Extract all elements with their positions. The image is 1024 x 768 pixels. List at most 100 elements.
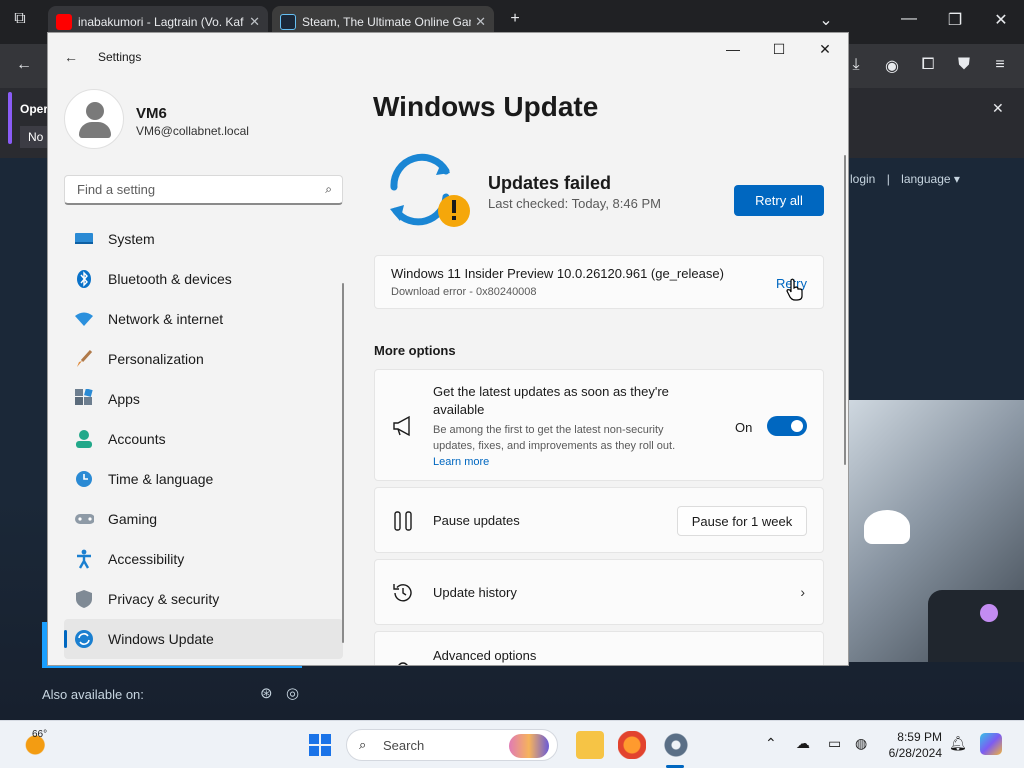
search-icon[interactable]: ⌕ — [325, 182, 332, 197]
latest-updates-card: Get the latest updates as soon as they'r… — [374, 369, 824, 481]
close-window-icon[interactable]: ✕ — [989, 10, 1013, 30]
nav-item-accessibility[interactable]: Accessibility — [64, 539, 343, 579]
back-arrow-icon[interactable]: ← — [64, 49, 78, 65]
pause-updates-card: Pause updates Pause for 1 week — [374, 487, 824, 553]
file-explorer-icon[interactable] — [576, 731, 604, 759]
nav-label: Personalization — [108, 351, 204, 367]
nav-item-apps[interactable]: Apps — [64, 379, 343, 419]
nav-scrollbar[interactable] — [342, 283, 344, 643]
settings-window: ← Settings — ☐ ✕ VM6 VM6@collabnet.local… — [48, 33, 848, 665]
main-scrollbar[interactable] — [844, 155, 846, 465]
account-icon[interactable]: ◉ — [880, 56, 904, 76]
update-name: Windows 11 Insider Preview 10.0.26120.96… — [391, 266, 724, 281]
language-link[interactable]: language ▾ — [901, 172, 960, 186]
nav-label: Apps — [108, 391, 140, 407]
close-icon[interactable]: ✕ — [810, 41, 840, 63]
nav-label: System — [108, 231, 155, 247]
history-icon — [393, 584, 412, 602]
close-tab-icon[interactable]: ✕ — [475, 14, 486, 30]
nav-item-personalization[interactable]: Personalization — [64, 339, 343, 379]
nav-label: Gaming — [108, 511, 158, 527]
toggle-label: On — [735, 420, 753, 435]
search-icon: ⌕ — [359, 737, 367, 752]
steam-icon — [280, 14, 296, 30]
nav-item-bluetooth[interactable]: Bluetooth & devices — [64, 259, 343, 299]
extensions-icon[interactable]: ⧠ — [916, 56, 940, 74]
app-title: Settings — [98, 50, 142, 64]
learn-more-link[interactable]: Learn more — [433, 456, 489, 468]
menu-icon[interactable]: ≡ — [988, 56, 1012, 74]
page-title: Windows Update — [373, 91, 599, 122]
ublock-icon[interactable]: ⛊ — [952, 56, 976, 74]
chrome-icon: ◎ — [286, 685, 300, 702]
avatar[interactable] — [64, 89, 124, 149]
update-history-card[interactable]: Update history › — [374, 559, 824, 625]
update-icon — [74, 629, 94, 649]
bluetooth-icon — [74, 269, 94, 289]
tab-actions-icon[interactable]: ⧉ — [8, 10, 32, 28]
mouse-cursor-icon — [786, 278, 803, 301]
firefox-icon[interactable] — [618, 731, 646, 759]
nav-item-system[interactable]: System — [64, 219, 343, 259]
system-icon — [74, 229, 94, 249]
also-available-label: Also available on: — [42, 687, 144, 702]
advanced-title: Advanced options — [433, 648, 537, 663]
nav-label: Accessibility — [108, 551, 185, 567]
link-separator: | — [886, 172, 890, 186]
gaming-icon — [74, 509, 94, 529]
accounts-icon — [74, 429, 94, 449]
minimize-icon[interactable]: — — [718, 41, 748, 63]
device-shape — [928, 590, 1024, 662]
nav-item-windows-update[interactable]: Windows Update — [64, 619, 343, 659]
close-infobar-icon[interactable]: ✕ — [992, 100, 1004, 117]
start-tile — [309, 734, 319, 744]
nav-item-time-language[interactable]: Time & language — [64, 459, 343, 499]
retry-all-button[interactable]: Retry all — [734, 185, 824, 216]
new-tab-button[interactable]: + — [503, 10, 527, 28]
nav-item-accounts[interactable]: Accounts — [64, 419, 343, 459]
time-language-icon — [74, 469, 94, 489]
brush-icon — [74, 349, 94, 369]
pause-for-week-button[interactable]: Pause for 1 week — [677, 506, 807, 536]
nav-label: Windows Update — [108, 631, 214, 647]
maximize-icon[interactable]: ☐ — [764, 41, 794, 63]
login-link[interactable]: login — [850, 172, 875, 186]
settings-search[interactable]: ⌕ — [64, 175, 343, 205]
turret-shape — [864, 510, 910, 544]
copilot-icon[interactable] — [980, 733, 1002, 755]
tab-search-icon[interactable]: ⌄ — [814, 10, 838, 30]
nav-item-privacy-security[interactable]: Privacy & security — [64, 579, 343, 619]
latest-updates-toggle[interactable] — [767, 416, 807, 436]
bell-icon[interactable]: 🔔︎ — [949, 735, 967, 752]
nav-label: Accounts — [108, 431, 166, 447]
taskbar-search[interactable]: ⌕ Search — [346, 729, 558, 761]
tab-title: inabakumori - Lagtrain (Vo. Kaf — [78, 15, 244, 29]
back-arrow-icon[interactable]: ← — [12, 56, 36, 74]
search-input[interactable] — [75, 181, 305, 198]
update-status-title: Updates failed — [488, 173, 612, 193]
clock[interactable]: 8:59 PM 6/28/2024 — [880, 729, 942, 761]
toggle-knob — [791, 420, 803, 432]
nav-item-network[interactable]: Network & internet — [64, 299, 343, 339]
minimize-icon[interactable]: — — [897, 10, 921, 28]
latest-title-line1: Get the latest updates as soon as they'r… — [433, 384, 669, 399]
close-tab-icon[interactable]: ✕ — [249, 14, 260, 30]
restore-icon[interactable]: ❐ — [943, 10, 967, 30]
accessibility-icon — [74, 549, 94, 569]
latest-title-line2: available — [433, 402, 485, 417]
advanced-options-card[interactable]: Advanced options — [374, 631, 824, 665]
taskbar: 66° ⌕ Search ⌃ ☁ ▭ ◍ 8:59 PM 6/28/2024 🔔… — [0, 720, 1024, 768]
chevron-up-icon[interactable]: ⌃ — [765, 735, 777, 752]
display-icon[interactable]: ▭ — [828, 735, 841, 752]
start-button[interactable] — [309, 734, 331, 756]
network-tray-icon[interactable]: ◍ — [855, 735, 867, 752]
network-icon — [74, 309, 94, 329]
purple-light — [980, 604, 998, 622]
cloud-offline-icon[interactable]: ☁ — [796, 735, 810, 752]
settings-title-bar: ← Settings — ☐ ✕ — [48, 33, 848, 81]
start-tile — [309, 746, 319, 756]
nav-item-gaming[interactable]: Gaming — [64, 499, 343, 539]
gear-icon — [398, 662, 408, 665]
youtube-icon — [56, 14, 72, 30]
settings-app-icon[interactable] — [662, 731, 690, 759]
